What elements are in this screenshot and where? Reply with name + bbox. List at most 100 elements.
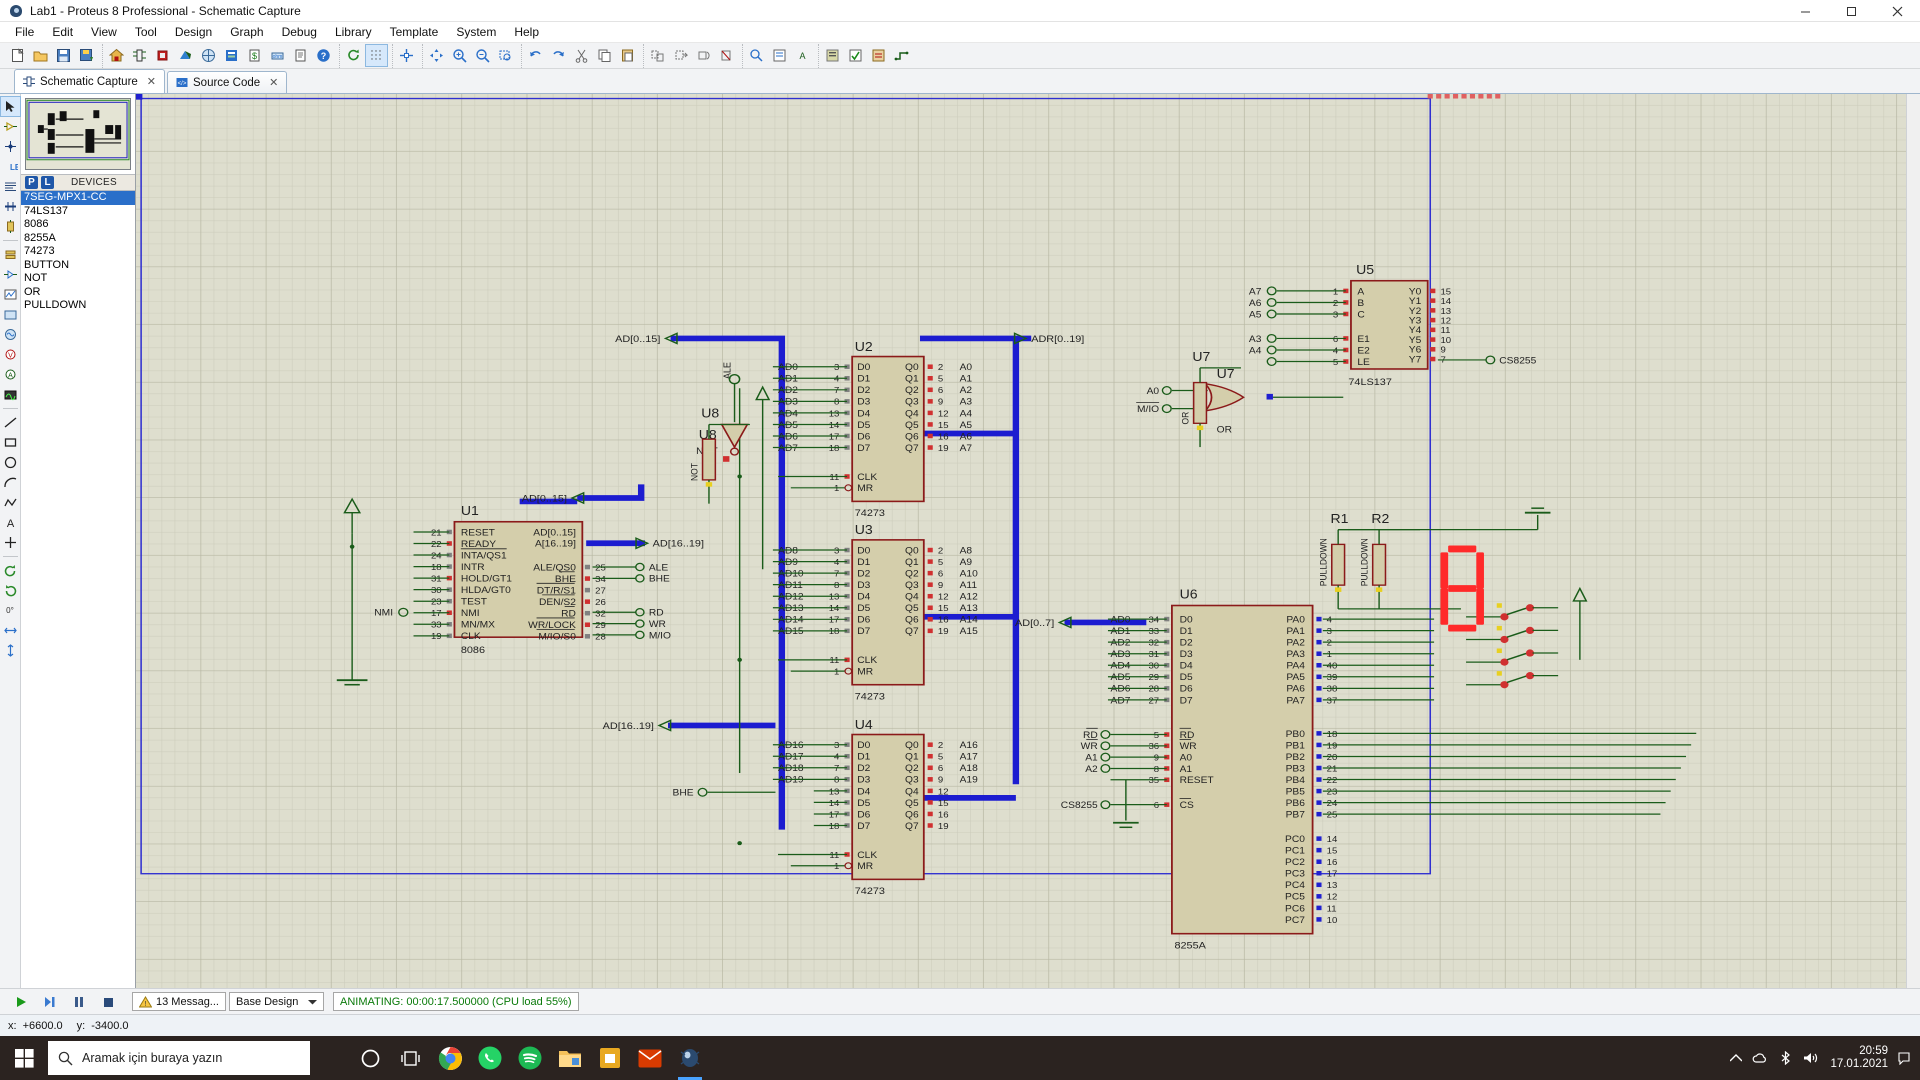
line-tool-icon[interactable] bbox=[1, 413, 20, 432]
schematic-overview-thumbnail[interactable] bbox=[25, 98, 131, 170]
subcircuit-icon[interactable] bbox=[1, 217, 20, 236]
wire-label-icon[interactable]: A bbox=[792, 45, 813, 66]
design-explorer-icon[interactable] bbox=[221, 45, 242, 66]
tab-schematic-capture[interactable]: Schematic Capture ✕ bbox=[14, 69, 165, 93]
taskbar-search[interactable]: Aramak için buraya yazın bbox=[48, 1041, 310, 1075]
property-icon[interactable] bbox=[769, 45, 790, 66]
store-icon[interactable] bbox=[590, 1036, 630, 1080]
task-view-icon[interactable] bbox=[390, 1036, 430, 1080]
symbol-tool-icon[interactable] bbox=[1, 533, 20, 552]
wire-label-mode-icon[interactable]: LBL bbox=[1, 157, 20, 176]
tab-close-icon[interactable]: ✕ bbox=[147, 75, 156, 88]
bill-of-materials-icon[interactable] bbox=[822, 45, 843, 66]
bom-icon[interactable]: $ bbox=[244, 45, 265, 66]
library-button[interactable]: L bbox=[41, 176, 54, 189]
rotate-ccw-icon[interactable] bbox=[1, 561, 20, 580]
grid-toggle-icon[interactable] bbox=[366, 45, 387, 66]
tab-close-icon[interactable]: ✕ bbox=[269, 76, 278, 89]
undo-icon[interactable] bbox=[525, 45, 546, 66]
menu-graph[interactable]: Graph bbox=[221, 23, 272, 41]
mirror-vertical-icon[interactable] bbox=[1, 641, 20, 660]
proteus-icon[interactable] bbox=[670, 1036, 710, 1080]
menu-tool[interactable]: Tool bbox=[126, 23, 166, 41]
pan-icon[interactable] bbox=[426, 45, 447, 66]
pause-button[interactable] bbox=[66, 992, 92, 1012]
device-item-74273[interactable]: 74273 bbox=[21, 245, 135, 259]
device-item-not[interactable]: NOT bbox=[21, 272, 135, 286]
pick-device-icon[interactable] bbox=[746, 45, 767, 66]
component-r1-pulldown[interactable] bbox=[1332, 544, 1345, 585]
set-origin-icon[interactable] bbox=[396, 45, 417, 66]
notifications-icon[interactable] bbox=[1898, 1051, 1910, 1065]
menu-debug[interactable]: Debug bbox=[273, 23, 326, 41]
copy-icon[interactable] bbox=[594, 45, 615, 66]
menu-system[interactable]: System bbox=[447, 23, 505, 41]
menu-file[interactable]: File bbox=[6, 23, 43, 41]
new-file-icon[interactable] bbox=[7, 45, 28, 66]
wire-autoroute-icon[interactable] bbox=[891, 45, 912, 66]
close-button[interactable] bbox=[1874, 0, 1920, 22]
tab-source-code[interactable]: </> Source Code ✕ bbox=[167, 71, 287, 93]
voltage-probe-icon[interactable]: V bbox=[1, 345, 20, 364]
simulation-icon[interactable]: ohm bbox=[267, 45, 288, 66]
device-item-or[interactable]: OR bbox=[21, 286, 135, 300]
paste-icon[interactable] bbox=[617, 45, 638, 66]
current-probe-icon[interactable]: A bbox=[1, 365, 20, 384]
chevron-up-icon[interactable] bbox=[1730, 1054, 1742, 1063]
play-button[interactable] bbox=[8, 992, 34, 1012]
zoom-out-icon[interactable] bbox=[472, 45, 493, 66]
save-icon[interactable] bbox=[53, 45, 74, 66]
onedrive-icon[interactable] bbox=[1752, 1051, 1768, 1065]
whatsapp-icon[interactable] bbox=[470, 1036, 510, 1080]
volume-icon[interactable] bbox=[1803, 1051, 1820, 1065]
vertical-scrollbar[interactable] bbox=[1906, 94, 1920, 988]
block-delete-icon[interactable] bbox=[716, 45, 737, 66]
mirror-horizontal-icon[interactable] bbox=[1, 621, 20, 640]
junction-dot-icon[interactable] bbox=[1, 137, 20, 156]
messages-status[interactable]: ! 13 Messag... bbox=[132, 992, 226, 1011]
netlist-icon[interactable] bbox=[868, 45, 889, 66]
circle-tool-icon[interactable] bbox=[1, 453, 20, 472]
refresh-icon[interactable] bbox=[343, 45, 364, 66]
box-tool-icon[interactable] bbox=[1, 433, 20, 452]
generator-mode-icon[interactable] bbox=[1, 325, 20, 344]
menu-library[interactable]: Library bbox=[326, 23, 381, 41]
bus-mode-icon[interactable] bbox=[1, 197, 20, 216]
device-item-8086[interactable]: 8086 bbox=[21, 218, 135, 232]
pcb-layout-icon[interactable] bbox=[152, 45, 173, 66]
menu-template[interactable]: Template bbox=[381, 23, 448, 41]
home-icon[interactable] bbox=[106, 45, 127, 66]
tape-recorder-icon[interactable] bbox=[1, 305, 20, 324]
text-script-icon[interactable] bbox=[1, 177, 20, 196]
erc-icon[interactable] bbox=[845, 45, 866, 66]
bluetooth-icon[interactable] bbox=[1778, 1051, 1793, 1065]
maximize-button[interactable] bbox=[1828, 0, 1874, 22]
component-mode-icon[interactable] bbox=[1, 117, 20, 136]
taskbar-clock[interactable]: 20:59 17.01.2021 bbox=[1830, 1045, 1888, 1071]
text-tool-icon[interactable]: A bbox=[1, 513, 20, 532]
component-u8-pulldown[interactable] bbox=[703, 439, 716, 480]
cut-icon[interactable] bbox=[571, 45, 592, 66]
help-icon[interactable]: ? bbox=[313, 45, 334, 66]
redo-icon[interactable] bbox=[548, 45, 569, 66]
start-button[interactable] bbox=[0, 1036, 48, 1080]
schematic-sheet[interactable]: AD[0..15]ADR[0..19]AD[0..15]AD[16..19]AD… bbox=[136, 94, 1906, 988]
device-item-8255a[interactable]: 8255A bbox=[21, 232, 135, 246]
cortana-icon[interactable] bbox=[350, 1036, 390, 1080]
terminal-mode-icon[interactable] bbox=[1, 245, 20, 264]
design-selector[interactable]: Base Design bbox=[229, 992, 324, 1011]
device-item-7seg[interactable]: 7SEG-MPX1-CC bbox=[21, 191, 135, 205]
save-all-icon[interactable] bbox=[76, 45, 97, 66]
schematic-capture-icon[interactable] bbox=[129, 45, 150, 66]
menu-help[interactable]: Help bbox=[505, 23, 548, 41]
spotify-icon[interactable] bbox=[510, 1036, 550, 1080]
3d-visualizer-icon[interactable] bbox=[175, 45, 196, 66]
schematic-canvas[interactable]: AD[0..15]ADR[0..19]AD[0..15]AD[16..19]AD… bbox=[136, 94, 1906, 988]
mail-icon[interactable] bbox=[630, 1036, 670, 1080]
component-r2-pulldown[interactable] bbox=[1373, 544, 1386, 585]
rotate-cw-icon[interactable] bbox=[1, 581, 20, 600]
minimize-button[interactable] bbox=[1782, 0, 1828, 22]
path-tool-icon[interactable] bbox=[1, 493, 20, 512]
block-copy-icon[interactable] bbox=[647, 45, 668, 66]
graph-mode-icon[interactable] bbox=[1, 285, 20, 304]
